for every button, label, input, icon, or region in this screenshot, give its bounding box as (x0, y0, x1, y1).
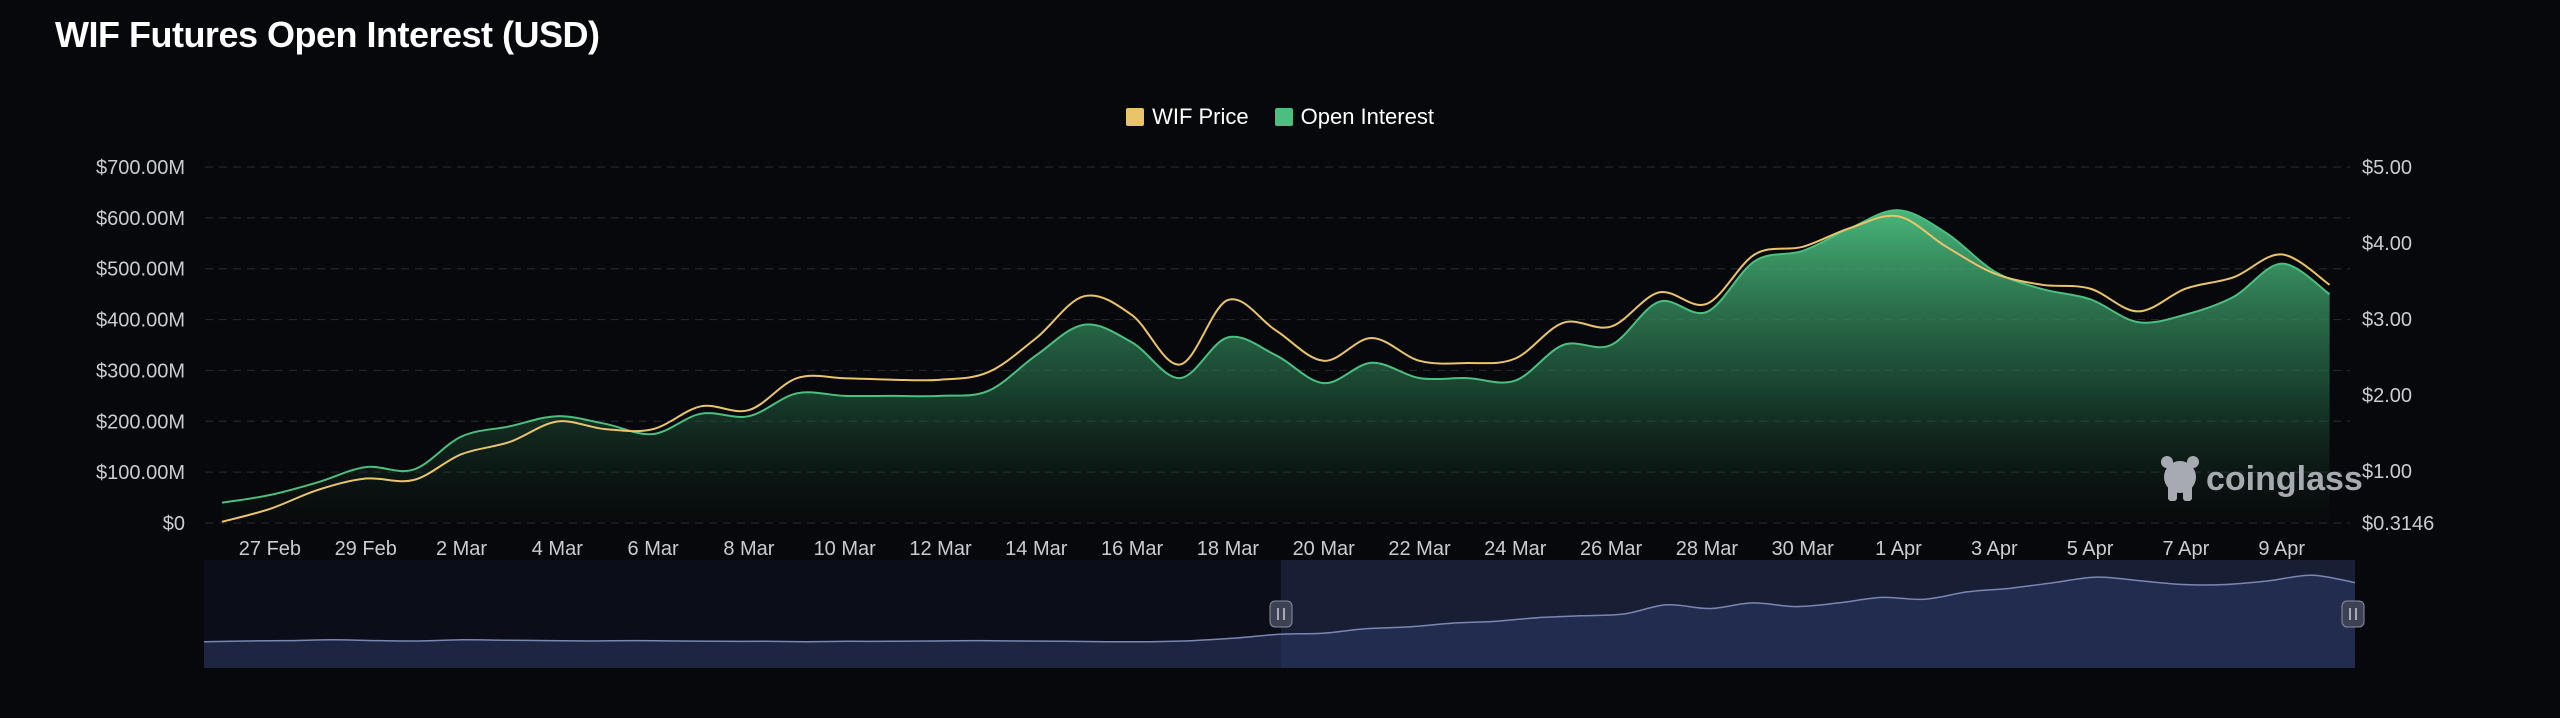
y-left-tick-label: $300.00M (96, 360, 185, 382)
y-left-tick-label: $500.00M (96, 259, 185, 281)
open-interest-area (222, 210, 2330, 523)
series-layer (221, 209, 2331, 523)
x-tick-label: 5 Apr (2067, 538, 2114, 560)
x-tick-label: 1 Apr (1875, 538, 1922, 560)
x-tick-label: 4 Mar (532, 538, 583, 560)
navigator[interactable] (203, 560, 2365, 668)
x-tick-label: 20 Mar (1293, 538, 1356, 560)
y-left-tick-label: $400.00M (96, 310, 185, 332)
x-axis: 27 Feb 29 Feb 2 Mar 4 Mar 6 Mar 8 Mar 10 Mar 12… (239, 538, 2306, 560)
x-tick-label: 3 Apr (1971, 538, 2018, 560)
x-tick-label: 9 Apr (2258, 538, 2305, 560)
x-tick-label: 28 Mar (1676, 538, 1739, 560)
watermark-text: coinglass (2206, 460, 2363, 498)
y-axis-right: $0.3146 $1.00 $2.00 $3.00 $4.00 $5.00 (2362, 157, 2434, 535)
handle-body (1269, 600, 1293, 628)
x-tick-label: 7 Apr (2163, 538, 2210, 560)
x-tick-label: 2 Mar (436, 538, 487, 560)
x-tick-label: 8 Mar (723, 538, 774, 560)
x-tick-label: 26 Mar (1580, 538, 1643, 560)
x-tick-label: 14 Mar (1005, 538, 1068, 560)
x-tick-label: 18 Mar (1197, 538, 1260, 560)
y-left-tick-label: $200.00M (96, 411, 185, 433)
navigator-handle-left[interactable] (1269, 600, 1293, 628)
x-tick-label: 30 Mar (1772, 538, 1835, 560)
x-tick-label: 29 Feb (335, 538, 397, 560)
y-axis-left: $0 $100.00M $200.00M $300.00M $400.00M $500.0… (96, 157, 185, 535)
y-right-tick-label: $1.00 (2362, 461, 2412, 483)
y-left-tick-label: $100.00M (96, 462, 185, 484)
y-right-tick-label: $3.00 (2362, 309, 2412, 331)
y-right-tick-label: $0.3146 (2362, 513, 2434, 535)
chart-canvas[interactable]: $0 $100.00M $200.00M $300.00M $400.00M $500.0… (0, 0, 2560, 718)
x-tick-label: 16 Mar (1101, 538, 1164, 560)
y-right-tick-label: $5.00 (2362, 157, 2412, 179)
y-right-tick-label: $2.00 (2362, 385, 2412, 407)
y-right-tick-label: $4.00 (2362, 233, 2412, 255)
navigator-handle-right[interactable] (2341, 600, 2365, 628)
coinglass-watermark: coinglass (2161, 456, 2363, 501)
x-tick-label: 22 Mar (1388, 538, 1451, 560)
x-tick-label: 24 Mar (1484, 538, 1547, 560)
x-tick-label: 12 Mar (909, 538, 972, 560)
y-left-tick-label: $600.00M (96, 208, 185, 230)
x-tick-label: 27 Feb (239, 538, 301, 560)
x-tick-label: 6 Mar (628, 538, 679, 560)
y-left-tick-label: $0 (163, 513, 185, 535)
handle-body (2341, 600, 2365, 628)
y-left-tick-label: $700.00M (96, 157, 185, 179)
x-tick-label: 10 Mar (814, 538, 877, 560)
